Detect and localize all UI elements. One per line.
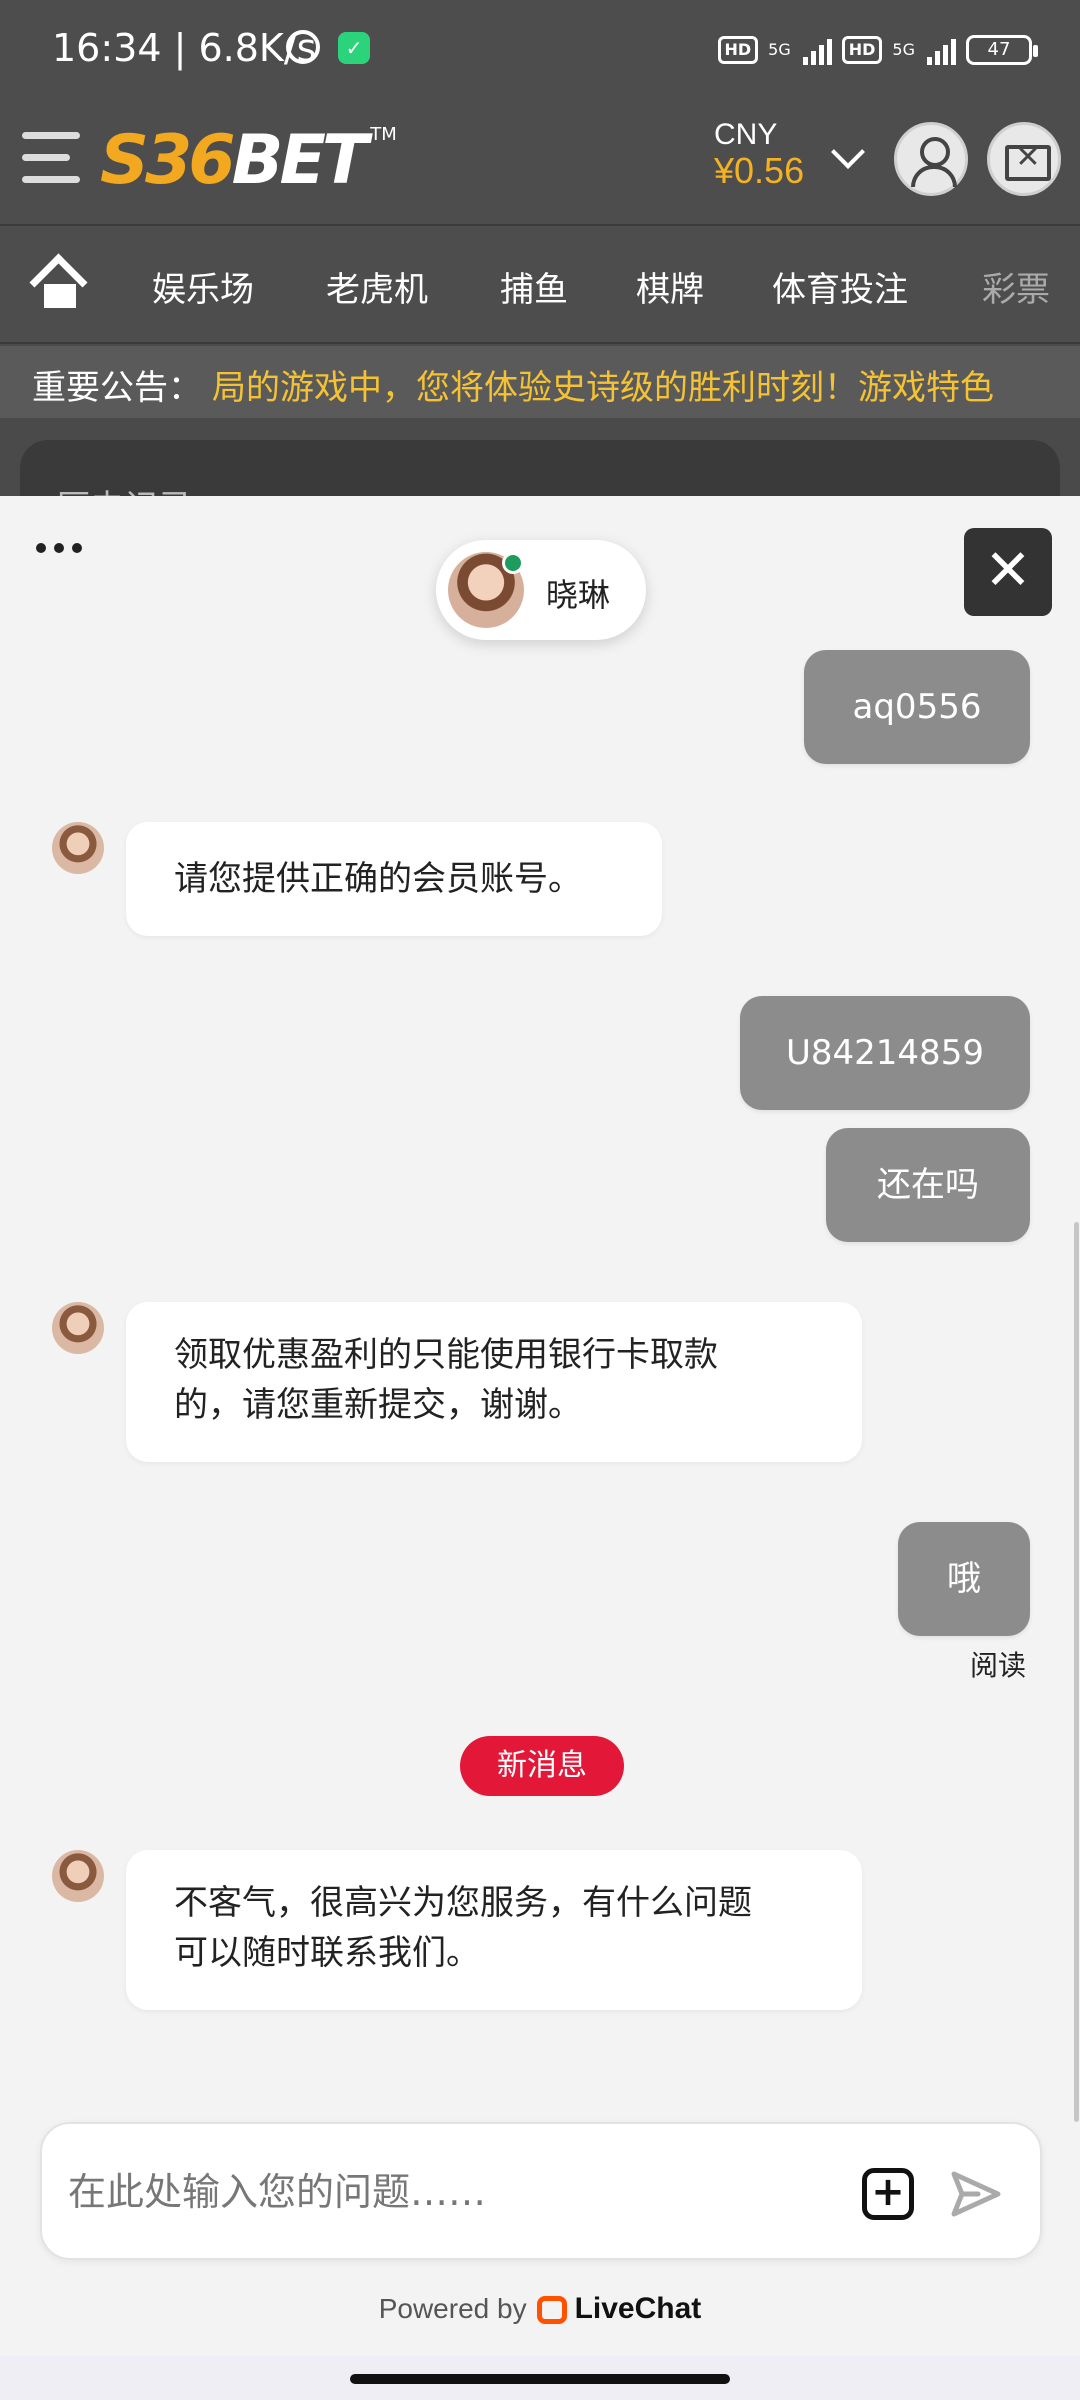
message-bubble-user: 还在吗 <box>826 1128 1030 1242</box>
menu-icon[interactable] <box>22 128 96 188</box>
powered-by[interactable]: Powered by LiveChat <box>0 2292 1080 2326</box>
message-line: 可以随时联系我们。 <box>174 1933 480 1973</box>
send-icon[interactable] <box>948 2166 1004 2222</box>
signal-icon <box>802 35 832 65</box>
currency-code: CNY <box>714 118 778 151</box>
logo-text-right: BET <box>231 121 369 200</box>
message-bubble-agent: 请您提供正确的会员账号。 <box>126 822 662 936</box>
status-bar: 16:34 | 6.8K/s ✓ HD 5G HD 5G 47 <box>0 0 1080 98</box>
hd-badge: HD <box>841 36 883 64</box>
message-input[interactable] <box>68 2154 868 2230</box>
chevron-down-icon[interactable] <box>831 135 865 169</box>
new-messages-badge[interactable]: 新消息 <box>460 1736 624 1796</box>
site-logo[interactable]: S36 BET TM <box>100 120 397 200</box>
message-bubble-user: aq0556 <box>804 650 1030 764</box>
announcement-bar: 重要公告： 局的游戏中，您将体验史诗级的胜利时刻！游戏特色 <box>0 346 1080 418</box>
nav-item-casino[interactable]: 娱乐场 <box>152 262 254 311</box>
battery-icon: 47 <box>966 35 1038 65</box>
message-bubble-user: U84214859 <box>740 996 1030 1110</box>
add-attachment-icon[interactable]: + <box>862 2168 914 2220</box>
message-bubble-user: 哦 <box>898 1522 1030 1636</box>
read-status: 阅读 <box>970 1649 1027 1682</box>
shield-icon: ✓ <box>338 32 370 64</box>
nav-item-sports[interactable]: 体育投注 <box>772 262 908 311</box>
mail-icon[interactable] <box>987 122 1061 196</box>
agent-avatar <box>52 822 104 874</box>
more-options-icon[interactable] <box>36 536 96 560</box>
close-chat-button[interactable]: ✕ <box>964 528 1052 616</box>
home-icon[interactable] <box>34 260 86 308</box>
nav-item-cards[interactable]: 棋牌 <box>636 262 704 311</box>
online-status-icon <box>502 552 524 574</box>
message-line: 不客气，很高兴为您服务，有什么问题 <box>174 1883 752 1923</box>
logo-trademark: TM <box>370 124 397 145</box>
agent-avatar <box>52 1302 104 1354</box>
balance-display[interactable]: CNY ¥0.56 <box>714 118 804 192</box>
logo-text-left: S36 <box>100 121 236 200</box>
agent-info[interactable]: 晓琳 <box>436 540 646 640</box>
announcement-text: 局的游戏中，您将体验史诗级的胜利时刻！游戏特色 <box>212 368 994 408</box>
status-indicators: HD 5G HD 5G 47 <box>717 30 1038 70</box>
status-time: 16:34 | 6.8K/s <box>52 26 317 70</box>
nav-item-slots[interactable]: 老虎机 <box>326 262 428 311</box>
agent-avatar <box>52 1850 104 1902</box>
network-type: 5G <box>892 40 915 59</box>
message-composer: + <box>40 2122 1042 2260</box>
livechat-brand: LiveChat <box>574 2292 702 2325</box>
message-bubble-agent: 领取优惠盈利的只能使用银行卡取款 的，请您重新提交，谢谢。 <box>126 1302 862 1462</box>
chat-scrollbar[interactable] <box>1074 1222 1079 2122</box>
signal-icon <box>927 35 956 65</box>
hd-badge: HD <box>717 36 759 64</box>
announcement-label: 重要公告： <box>32 368 202 408</box>
message-bubble-agent: 不客气，很高兴为您服务，有什么问题 可以随时联系我们。 <box>126 1850 862 2010</box>
livechat-panel: 晓琳 ✕ aq0556 请您提供正确的会员账号。 U84214859 还在吗 领… <box>0 496 1080 2400</box>
site-header: S36 BET TM CNY ¥0.56 <box>0 98 1080 226</box>
message-line: 领取优惠盈利的只能使用银行卡取款 <box>174 1335 718 1375</box>
main-nav: 娱乐场 老虎机 捕鱼 棋牌 体育投注 彩票 <box>0 226 1080 344</box>
alarm-icon <box>286 30 320 64</box>
network-type: 5G <box>768 40 791 59</box>
livechat-logo-icon <box>536 2296 567 2324</box>
nav-item-lottery[interactable]: 彩票 <box>982 262 1050 311</box>
powered-by-label: Powered by <box>378 2293 527 2324</box>
agent-name: 晓琳 <box>546 576 611 614</box>
balance-amount: ¥0.56 <box>714 150 805 191</box>
home-indicator[interactable] <box>350 2374 730 2384</box>
user-icon[interactable] <box>894 122 968 196</box>
message-line: 的，请您重新提交，谢谢。 <box>174 1385 582 1425</box>
nav-item-fishing[interactable]: 捕鱼 <box>500 262 568 311</box>
